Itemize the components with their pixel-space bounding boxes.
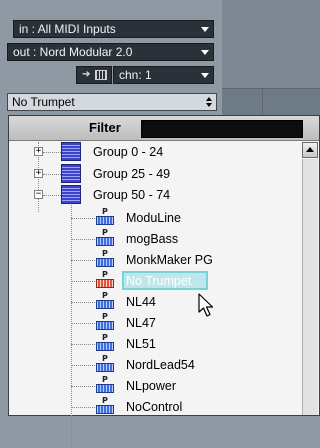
program-item-label: No Trumpet [126, 274, 192, 288]
midi-input-select[interactable]: in : All MIDI Inputs [13, 20, 214, 38]
midi-routing-icon[interactable]: ➔ [76, 66, 112, 84]
midi-output-label: out : Nord Modular 2.0 [13, 45, 133, 59]
midi-channel-label: chn: 1 [119, 68, 152, 82]
program-icon: P [96, 375, 114, 395]
program-item[interactable]: P NordLead54 [9, 354, 301, 375]
filter-input-box[interactable] [141, 120, 303, 138]
midi-channel-select[interactable]: chn: 1 [113, 66, 214, 84]
dropdown-arrow-icon [201, 27, 209, 32]
program-item-label: NoControl [126, 400, 183, 414]
filter-input[interactable] [142, 121, 302, 137]
program-item-label: NLpower [126, 379, 177, 393]
program-tree: + Group 0 - 24 + Group 25 - 49 − Group 5… [9, 142, 301, 448]
program-item-label: mogBass [126, 232, 179, 246]
program-item[interactable]: P NL44 [9, 291, 301, 312]
program-item-label: MonkMaker PG [126, 253, 213, 267]
program-select[interactable]: No Trumpet [7, 93, 217, 111]
program-item[interactable]: P MonkMaker PG [9, 249, 301, 270]
arrow-right-icon: ➔ [82, 69, 91, 80]
dropdown-arrow-icon [201, 73, 209, 78]
midi-input-label: in : All MIDI Inputs [19, 22, 116, 36]
filter-bar: Filter [9, 116, 319, 141]
group-label: Group 25 - 49 [93, 167, 171, 181]
program-item-label: NL51 [126, 337, 156, 351]
program-item[interactable]: P mogBass [9, 228, 301, 249]
program-icon: P [96, 333, 114, 353]
program-icon: P [96, 270, 114, 290]
mouse-cursor-icon [198, 293, 214, 317]
program-icon: P [96, 396, 114, 416]
expand-icon[interactable]: + [34, 147, 43, 156]
dropdown-arrow-icon [201, 50, 209, 55]
grid-header [222, 0, 320, 89]
program-item-selected[interactable]: P No Trumpet [9, 270, 301, 291]
program-browser: Filter + Group 0 - 24 + Group 25 - 49 − … [8, 115, 320, 448]
program-icon: P [96, 312, 114, 332]
program-item[interactable]: P NLpower [9, 375, 301, 396]
folder-bank-icon [61, 142, 81, 161]
spin-arrows-icon[interactable] [206, 97, 212, 107]
folder-bank-icon [61, 185, 81, 204]
midi-output-select[interactable]: out : Nord Modular 2.0 [7, 43, 214, 61]
program-item[interactable]: P ModuLine [9, 207, 301, 228]
program-item-label: NL44 [126, 295, 156, 309]
program-icon: P [96, 249, 114, 269]
program-icon: P [96, 354, 114, 374]
group-label: Group 0 - 24 [93, 145, 164, 159]
collapse-icon[interactable]: − [34, 190, 43, 199]
scrollbar-track[interactable] [302, 159, 318, 415]
program-icon: P [96, 291, 114, 311]
program-item-label: NordLead54 [126, 358, 195, 372]
folder-bank-icon [61, 164, 81, 183]
keyboard-icon [95, 70, 107, 80]
program-icon: P [96, 207, 114, 227]
tree-group[interactable]: + Group 0 - 24 [9, 142, 301, 162]
tree-group[interactable]: − Group 50 - 74 [9, 185, 301, 205]
expand-icon[interactable]: + [34, 169, 43, 178]
program-item[interactable]: P NL47 [9, 312, 301, 333]
scroll-up-button[interactable] [302, 142, 318, 158]
program-item-label: NL47 [126, 316, 156, 330]
program-icon: P [96, 228, 114, 248]
tree-group[interactable]: + Group 25 - 49 [9, 164, 301, 184]
program-item-label: ModuLine [126, 211, 181, 225]
filter-label: Filter [89, 120, 121, 135]
program-item[interactable]: P NoControl [9, 396, 301, 417]
program-item[interactable]: P NL51 [9, 333, 301, 354]
group-label: Group 50 - 74 [93, 188, 171, 202]
program-label: No Trumpet [12, 95, 75, 109]
